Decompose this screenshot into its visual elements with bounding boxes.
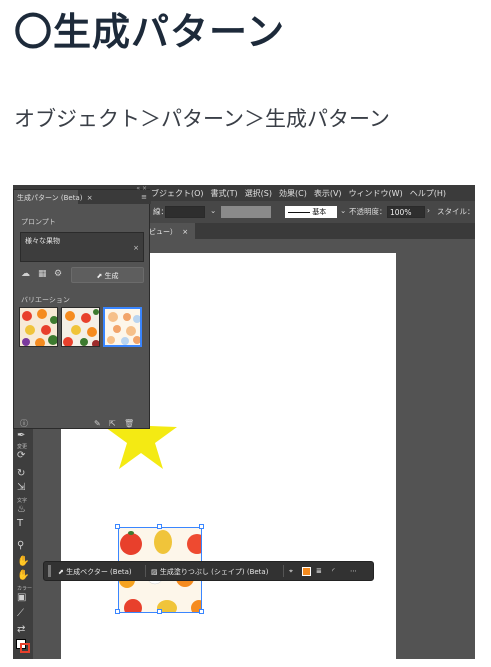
style-reference-icon[interactable]: ☁ — [21, 269, 30, 279]
type-tool-icon[interactable]: T — [17, 519, 23, 529]
panel-tab[interactable]: 生成パターン (Beta) × — [14, 190, 93, 204]
settings-gear-icon[interactable]: ⚙ — [54, 269, 62, 279]
variable-width-field[interactable] — [221, 206, 271, 218]
selection-handle[interactable] — [157, 524, 162, 529]
prompt-input[interactable]: 様々な果物 × — [20, 232, 144, 262]
generate-vector-label: 生成ベクター (Beta) — [66, 568, 132, 576]
zoom-icon[interactable]: ⚲ — [17, 541, 24, 551]
generate-vector-button[interactable]: ⬈ 生成ベクター (Beta) — [58, 567, 132, 577]
stroke-style-label: 基本 — [312, 208, 327, 216]
style-label: スタイル： — [437, 207, 475, 216]
variation-pattern-2 — [63, 309, 99, 346]
variation-pattern-1 — [22, 309, 57, 346]
menu-view[interactable]: 表示(V) — [314, 188, 342, 199]
document-tab[interactable]: ビュー） × — [145, 223, 195, 239]
variation-thumbnail-2[interactable] — [61, 307, 100, 347]
rotate-icon[interactable]: ↻ — [17, 469, 25, 479]
generative-shape-fill-button[interactable]: ▨ 生成塗りつぶし (シェイプ) (Beta) — [151, 567, 268, 577]
selection-handle[interactable] — [115, 609, 120, 614]
menu-select[interactable]: 選択(S) — [245, 188, 272, 199]
prompt-text: 様々な果物 — [25, 237, 60, 245]
generate-vector-icon: ⬈ — [58, 568, 64, 576]
drag-handle[interactable] — [48, 565, 51, 577]
chevron-down-icon[interactable]: ⌄ — [210, 206, 216, 215]
shape-builder-icon[interactable]: ⟳ — [17, 451, 25, 461]
generate-button-label: 生成 — [104, 272, 119, 280]
stroke-style-select[interactable]: 基本 — [285, 206, 337, 218]
pattern-swatch-icon[interactable] — [302, 567, 311, 576]
variation-thumbnail-1[interactable] — [19, 307, 58, 347]
opacity-field[interactable]: 100% — [387, 206, 425, 218]
selection-handle[interactable] — [199, 609, 204, 614]
contextual-task-bar: ⬈ 生成ベクター (Beta) ▨ 生成塗りつぶし (シェイプ) (Beta) … — [43, 561, 374, 581]
chevron-right-icon[interactable]: › — [427, 206, 430, 215]
generate-button[interactable]: ⬈ 生成 — [71, 267, 144, 283]
selection-handle[interactable] — [115, 524, 120, 529]
tool-caption-change: 変更 — [17, 444, 28, 450]
variation-thumbnail-3-selected[interactable] — [103, 307, 142, 347]
close-icon[interactable]: × — [182, 228, 188, 236]
breadcrumb: オブジェクト＞パターン＞生成パターン — [14, 107, 390, 131]
opacity-label: 不透明度： — [349, 207, 387, 216]
selection-handle[interactable] — [157, 609, 162, 614]
menu-object[interactable]: ブジェクト(O) — [151, 188, 204, 199]
divider — [145, 565, 146, 577]
tool-caption-color: カラー — [17, 586, 33, 592]
pattern-grid-icon[interactable]: ▦ — [38, 269, 47, 279]
generative-pattern-panel: « × 生成パターン (Beta) × ≡ プロンプト 様々な果物 × ☁ ▦ … — [13, 185, 151, 429]
align-icon[interactable]: ≣ — [316, 567, 322, 575]
recolor-icon[interactable]: ⌖ — [289, 567, 293, 576]
variations-label: バリエーション — [21, 296, 70, 304]
stroke-weight-field[interactable] — [165, 206, 205, 218]
menu-help[interactable]: ヘルプ(H) — [410, 188, 446, 199]
delete-icon[interactable]: 🗑 — [124, 420, 134, 428]
menu-window[interactable]: ウィンドウ(W) — [349, 188, 403, 199]
chevron-down-icon[interactable]: ⌄ — [340, 206, 346, 215]
shape-fill-icon: ▨ — [151, 568, 158, 576]
selection-handle[interactable] — [199, 524, 204, 529]
generative-shape-fill-label: 生成塗りつぶし (シェイプ) (Beta) — [159, 568, 269, 576]
swap-colors-icon[interactable]: ⇄ — [17, 625, 25, 635]
clear-icon[interactable]: × — [133, 244, 139, 252]
more-options-icon[interactable]: ⋯ — [350, 567, 357, 575]
collapse-panel-icon[interactable]: « × — [136, 185, 147, 192]
edit-icon[interactable]: ✎ — [94, 420, 101, 428]
menu-type[interactable]: 書式(T) — [211, 188, 238, 199]
tool-caption-text: 文字 — [17, 498, 28, 504]
gradient-icon[interactable]: ▣ — [17, 593, 26, 603]
print-tiling-icon[interactable]: ✋ — [17, 571, 29, 581]
page-title: 〇生成パターン — [14, 10, 286, 54]
brush-icon[interactable]: ♨ — [17, 505, 26, 515]
illustrator-screenshot: ブジェクト(O) 書式(T) 選択(S) 効果(C) 表示(V) ウィンドウ(W… — [13, 185, 475, 659]
panel-header: « × 生成パターン (Beta) × ≡ — [14, 185, 151, 204]
hand-icon[interactable]: ✋ — [17, 557, 29, 567]
stroke-line-preview — [288, 211, 310, 213]
export-icon[interactable]: ⇱ — [109, 420, 116, 428]
document-tab-label: ビュー） — [149, 228, 177, 236]
menu-effect[interactable]: 効果(C) — [279, 188, 307, 199]
pen-icon[interactable]: ✒ — [17, 431, 25, 441]
eyedropper-icon[interactable]: ⟋ — [17, 609, 24, 619]
generate-icon: ⬈ — [96, 272, 103, 280]
close-icon[interactable]: × — [87, 194, 93, 202]
panel-title: 生成パターン (Beta) — [17, 194, 83, 202]
corner-radius-icon[interactable]: ◜ — [332, 567, 335, 575]
tools-panel: ✒ 変更 ⟳ ↻ ⇲ 文字 ♨ T ⚲ ✋ ✋ カラー ▣ ⟋ ⇄ — [13, 425, 33, 659]
prompt-label: プロンプト — [21, 218, 56, 226]
panel-menu-icon[interactable]: ≡ — [141, 193, 147, 201]
stroke-color-swatch[interactable] — [20, 643, 30, 653]
variation-pattern-3 — [107, 312, 140, 345]
scale-icon[interactable]: ⇲ — [17, 483, 25, 493]
divider — [283, 565, 284, 577]
info-icon[interactable]: ⓘ — [20, 420, 28, 428]
